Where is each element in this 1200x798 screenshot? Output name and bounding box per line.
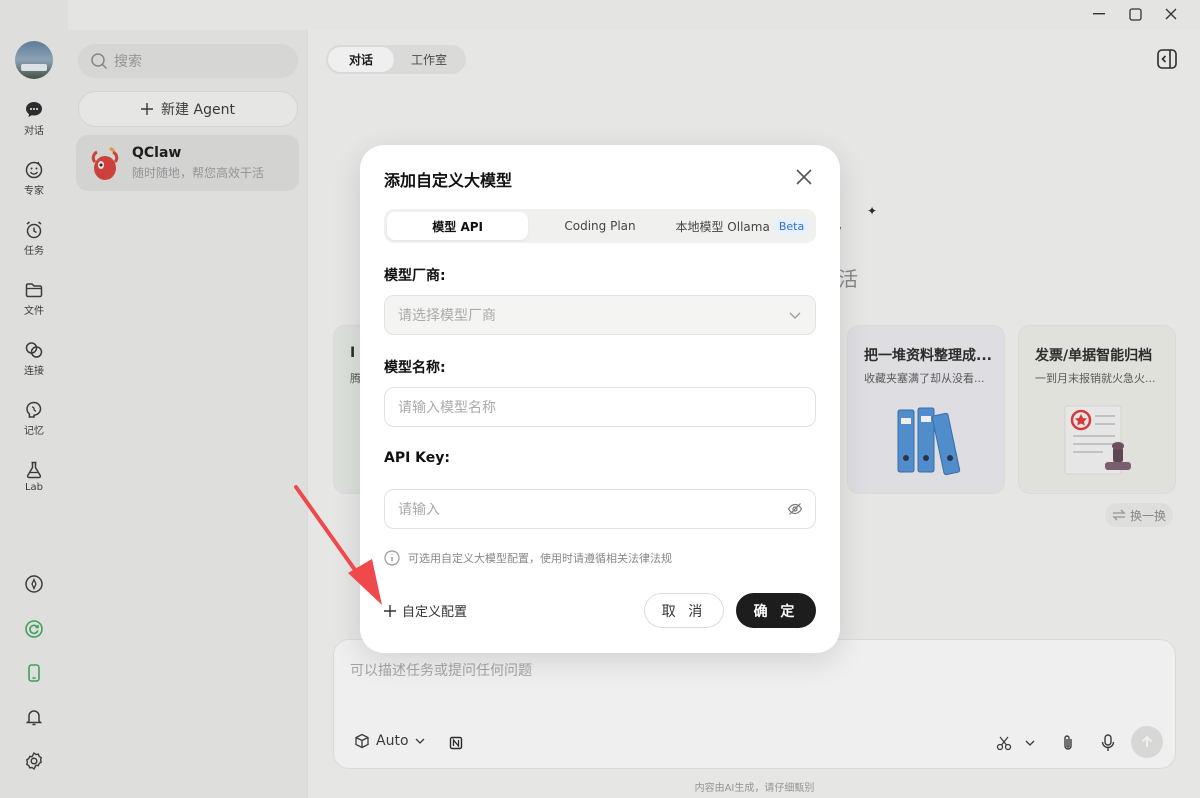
- close-icon[interactable]: [794, 167, 814, 187]
- beta-badge: Beta: [773, 218, 810, 234]
- minimize-icon[interactable]: [1092, 6, 1106, 22]
- window-controls: [1092, 6, 1178, 22]
- tab-label: 模型 API: [432, 219, 484, 234]
- dialog-title: 添加自定义大模型: [384, 171, 513, 190]
- confirm-button[interactable]: 确 定: [736, 593, 816, 628]
- tab-coding-plan[interactable]: Coding Plan: [530, 212, 669, 240]
- chevron-down-icon: [789, 312, 801, 319]
- vendor-select[interactable]: 请选择模型厂商: [384, 295, 816, 335]
- maximize-icon[interactable]: [1128, 6, 1142, 22]
- tab-label: 本地模型 Ollama: [675, 219, 770, 234]
- model-name-label: 模型名称:: [384, 360, 446, 376]
- model-source-tabs: 模型 API Coding Plan 本地模型 Ollama Beta: [384, 209, 816, 243]
- tab-model-api[interactable]: 模型 API: [387, 212, 529, 240]
- tab-label: Coding Plan: [564, 219, 636, 233]
- add-custom-model-dialog: 添加自定义大模型 模型 API Coding Plan 本地模型 Ollama B…: [360, 145, 840, 653]
- vendor-label: 模型厂商:: [384, 268, 446, 284]
- model-name-input[interactable]: 请输入模型名称: [384, 387, 816, 427]
- tab-local-ollama[interactable]: 本地模型 Ollama Beta: [672, 212, 813, 240]
- api-key-input[interactable]: 请输入: [384, 489, 816, 529]
- custom-config-label: 自定义配置: [402, 605, 468, 620]
- custom-config-button[interactable]: 自定义配置: [384, 601, 467, 620]
- compliance-text: 可选用自定义大模型配置，使用时请遵循相关法律法规: [408, 552, 672, 565]
- api-key-label: API Key:: [384, 450, 451, 466]
- vendor-placeholder: 请选择模型厂商: [398, 308, 496, 324]
- model-name-placeholder: 请输入模型名称: [398, 400, 496, 416]
- close-window-icon[interactable]: [1164, 6, 1178, 22]
- annotation-arrow-icon: [294, 485, 382, 605]
- api-key-placeholder: 请输入: [398, 502, 440, 518]
- eye-off-icon[interactable]: [787, 501, 803, 517]
- compliance-note: 可选用自定义大模型配置，使用时请遵循相关法律法规: [384, 550, 672, 566]
- cancel-button[interactable]: 取 消: [644, 593, 724, 628]
